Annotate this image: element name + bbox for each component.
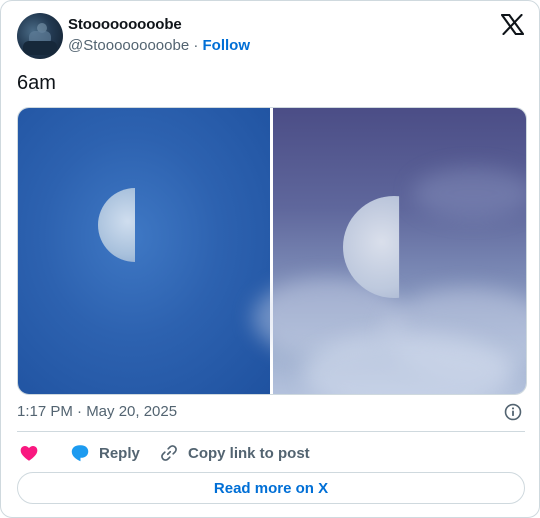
reply-button[interactable]: Reply <box>69 442 140 464</box>
author-handle-row: @Stooooooooobe · Follow <box>68 37 250 54</box>
copy-link-label: Copy link to post <box>188 444 310 462</box>
reply-label: Reply <box>99 444 140 462</box>
follow-link[interactable]: Follow <box>203 37 251 54</box>
post-timestamp[interactable]: 1:17 PM · May 20, 2025 <box>17 403 177 420</box>
link-icon <box>161 445 177 461</box>
photo-moon-cloudy-sky[interactable] <box>253 108 526 394</box>
moon-shape <box>343 196 400 298</box>
post-text: 6am <box>17 72 56 94</box>
heart-icon <box>20 446 38 461</box>
like-button[interactable] <box>19 442 39 464</box>
post-media[interactable] <box>17 107 527 395</box>
photo-moon-blue-sky[interactable] <box>18 108 270 394</box>
author-handle[interactable]: @Stooooooooobe <box>68 37 189 54</box>
avatar[interactable] <box>17 13 63 59</box>
embedded-post-card: Stooooooooobe @Stooooooooobe · Follow 6a… <box>0 0 540 518</box>
separator-dot: · <box>193 37 199 54</box>
moon-shape <box>98 188 135 262</box>
read-more-button[interactable]: Read more on X <box>17 472 525 504</box>
copy-link-button[interactable]: Copy link to post <box>159 442 310 464</box>
author-display-name[interactable]: Stooooooooobe <box>68 16 182 33</box>
speech-bubble-icon <box>71 445 89 462</box>
info-icon[interactable] <box>504 403 522 421</box>
x-logo-icon[interactable] <box>501 14 524 35</box>
divider <box>17 431 525 432</box>
